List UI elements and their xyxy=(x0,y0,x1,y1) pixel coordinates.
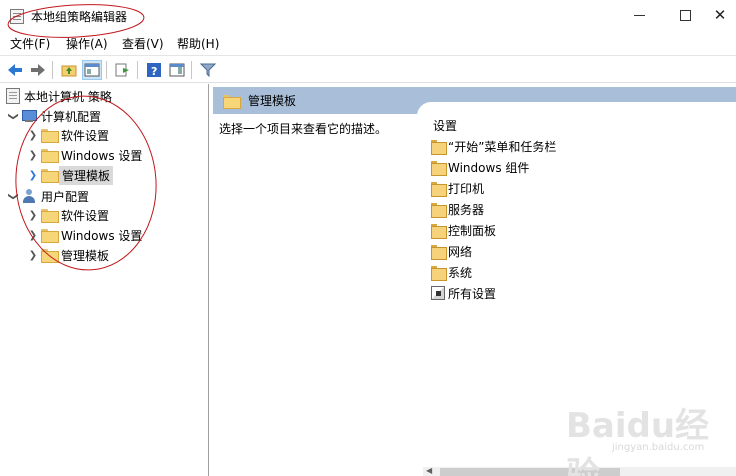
red-annotation-ellipses xyxy=(7,4,157,271)
